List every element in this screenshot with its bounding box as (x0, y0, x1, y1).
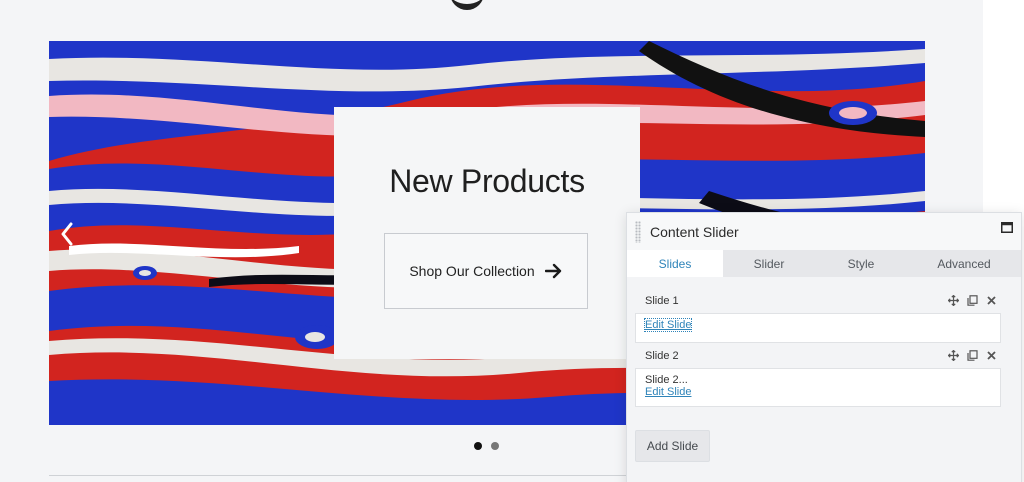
tab-slides[interactable]: Slides (627, 250, 723, 277)
slide-item-actions (948, 350, 997, 361)
slide-list-item: Slide 1 Edit Slide (635, 291, 1001, 343)
slide-item-body: Edit Slide (635, 313, 1001, 343)
slide-list-item: Slide 2 Slide 2... Edit Slide (635, 346, 1001, 407)
page: New Products Shop Our Collection Content… (0, 0, 1024, 482)
slide-item-label: Slide 2 (645, 350, 679, 362)
arrow-right-icon (544, 263, 561, 279)
slide-item-body: Slide 2... Edit Slide (635, 368, 1001, 407)
close-icon[interactable] (986, 350, 997, 361)
tab-advanced[interactable]: Advanced (907, 250, 1021, 277)
panel-title: Content Slider (650, 224, 739, 240)
content-slider-settings-panel: Content Slider Slides Slider Style Advan… (626, 212, 1022, 482)
content-divider (49, 475, 627, 476)
slide-item-header: Slide 1 (635, 291, 1001, 313)
panel-header: Content Slider (627, 213, 1021, 250)
tab-style[interactable]: Style (815, 250, 907, 277)
copy-icon[interactable] (967, 295, 978, 306)
slide-item-header: Slide 2 (635, 346, 1001, 368)
move-icon[interactable] (948, 295, 959, 306)
prev-slide-button[interactable] (55, 219, 79, 249)
window-maximize-icon[interactable] (1001, 222, 1013, 233)
move-icon[interactable] (948, 350, 959, 361)
slide-preview-text: Slide 2... (645, 374, 688, 386)
pagination-dot-2[interactable] (491, 442, 499, 450)
tab-slider[interactable]: Slider (723, 250, 815, 277)
panel-tabs: Slides Slider Style Advanced (627, 250, 1021, 277)
slide-item-actions (948, 295, 997, 306)
shop-collection-label: Shop Our Collection (409, 263, 535, 279)
slider-pagination (474, 442, 499, 450)
chevron-left-icon (61, 222, 73, 246)
shop-collection-button[interactable]: Shop Our Collection (384, 233, 588, 309)
slide-content-card: New Products Shop Our Collection (334, 107, 640, 359)
close-icon[interactable] (986, 295, 997, 306)
heading-fragment (450, 0, 484, 10)
copy-icon[interactable] (967, 350, 978, 361)
slide-title: New Products (389, 163, 585, 199)
add-slide-button[interactable]: Add Slide (635, 430, 710, 462)
edit-slide-link[interactable]: Edit Slide (645, 386, 691, 398)
edit-slide-link[interactable]: Edit Slide (643, 318, 693, 332)
drag-handle-icon[interactable] (635, 221, 641, 243)
pagination-dot-1[interactable] (474, 442, 482, 450)
slide-item-label: Slide 1 (645, 295, 679, 307)
